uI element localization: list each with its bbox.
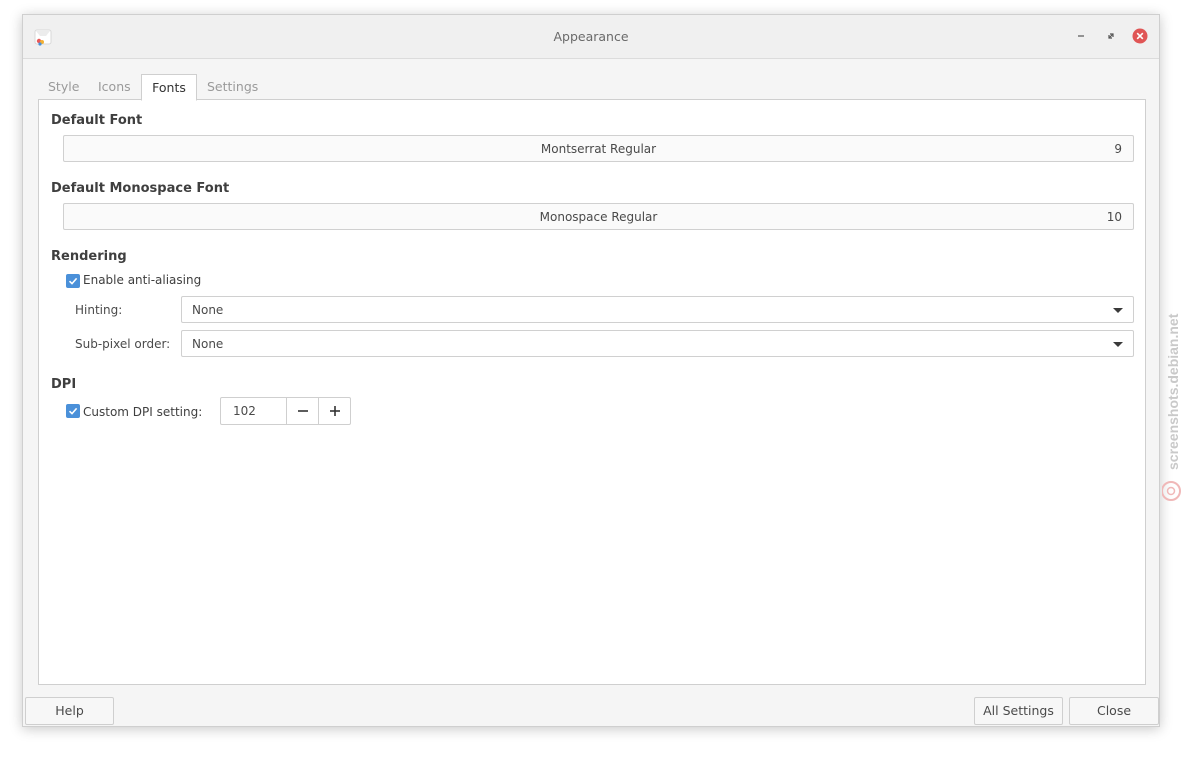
- subpixel-select[interactable]: None: [181, 330, 1134, 357]
- help-button[interactable]: Help: [25, 697, 114, 725]
- chevron-down-icon: [1113, 308, 1123, 313]
- monospace-font-name: Monospace Regular: [539, 210, 658, 224]
- dpi-title: DPI: [51, 377, 77, 392]
- minimize-icon[interactable]: [1073, 28, 1089, 44]
- dpi-input[interactable]: [221, 398, 286, 424]
- maximize-icon[interactable]: [1103, 28, 1119, 44]
- dpi-decrease-button[interactable]: [286, 398, 319, 424]
- watermark-text: screenshots.debian.net: [1165, 313, 1181, 470]
- tab-settings[interactable]: Settings: [207, 74, 267, 100]
- tab-style[interactable]: Style: [48, 74, 88, 100]
- tab-fonts[interactable]: Fonts: [141, 74, 197, 101]
- monospace-font-title: Default Monospace Font: [51, 181, 230, 196]
- fonts-panel: Default Font Montserrat Regular 9 Defaul…: [38, 99, 1146, 685]
- hinting-select[interactable]: None: [181, 296, 1134, 323]
- watermark: screenshots.debian.net: [1161, 265, 1182, 505]
- tab-icons[interactable]: Icons: [98, 74, 138, 100]
- rendering-title: Rendering: [51, 249, 127, 264]
- default-font-size: 9: [1114, 142, 1122, 156]
- window-title: Appearance: [553, 29, 629, 44]
- all-settings-button[interactable]: All Settings: [974, 697, 1063, 725]
- default-font-title: Default Font: [51, 113, 143, 128]
- chevron-down-icon: [1113, 342, 1123, 347]
- hinting-label: Hinting:: [75, 303, 123, 317]
- close-button[interactable]: Close: [1069, 697, 1159, 725]
- custom-dpi-label[interactable]: Custom DPI setting:: [83, 405, 202, 419]
- subpixel-label: Sub-pixel order:: [75, 337, 171, 351]
- plus-icon: [330, 406, 340, 416]
- dpi-increase-button[interactable]: [318, 398, 351, 424]
- subpixel-value: None: [192, 337, 224, 351]
- antialias-checkbox[interactable]: [66, 274, 80, 288]
- title-bar[interactable]: Appearance: [23, 15, 1159, 59]
- checkmark-icon: [68, 277, 78, 285]
- monospace-font-size: 10: [1106, 210, 1122, 224]
- dpi-spinbutton: [220, 397, 351, 425]
- hinting-value: None: [192, 303, 224, 317]
- antialias-label[interactable]: Enable anti-aliasing: [83, 273, 201, 287]
- monospace-font-button[interactable]: Monospace Regular 10: [63, 203, 1134, 230]
- debian-logo-icon: [1161, 481, 1181, 501]
- appearance-window: Appearance Style Icons Fonts Settings De…: [22, 14, 1160, 727]
- minus-icon: [298, 410, 308, 412]
- custom-dpi-checkbox[interactable]: [66, 404, 80, 418]
- checkmark-icon: [68, 407, 78, 415]
- default-font-button[interactable]: Montserrat Regular 9: [63, 135, 1134, 162]
- close-icon[interactable]: [1132, 28, 1148, 44]
- default-font-name: Montserrat Regular: [540, 142, 657, 156]
